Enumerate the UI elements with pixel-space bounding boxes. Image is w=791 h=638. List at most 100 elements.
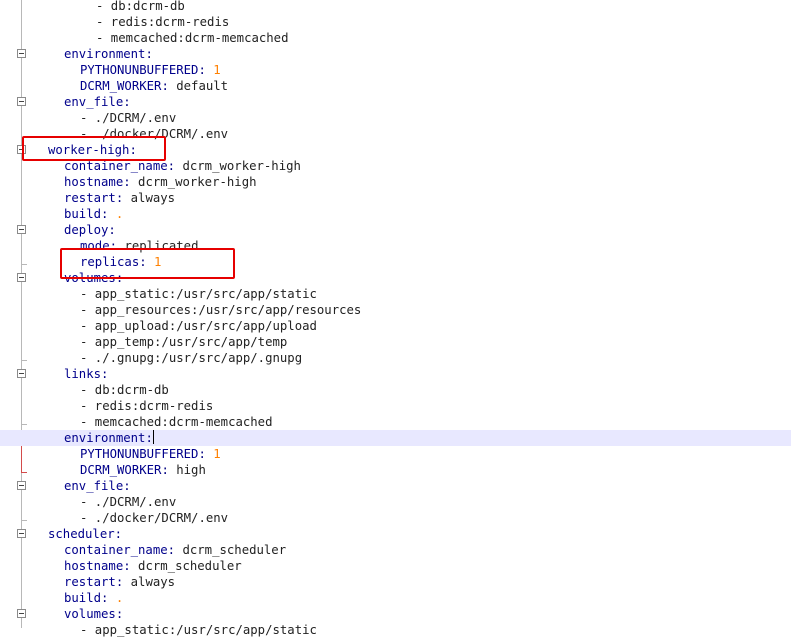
- code-token-punc: :: [161, 463, 177, 477]
- code-line[interactable]: - memcached:dcrm-memcached: [0, 414, 791, 430]
- code-token-punc: :: [114, 527, 123, 541]
- code-token-punc: :: [101, 367, 109, 381]
- code-token-punc: :: [123, 479, 131, 493]
- code-line-text: - app_temp:/usr/src/app/temp: [80, 334, 287, 350]
- code-line-text: - ./DCRM/.env: [80, 110, 176, 126]
- code-token-str: - ./.gnupg:/usr/src/app/.gnupg: [80, 351, 303, 365]
- code-line[interactable]: env_file:: [0, 478, 791, 494]
- code-line[interactable]: restart: always: [0, 574, 791, 590]
- code-line[interactable]: container_name: dcrm_scheduler: [0, 542, 791, 558]
- code-token-punc: :: [115, 607, 124, 621]
- code-token-str: - db:dcrm-db: [80, 383, 169, 397]
- code-token-key: DCRM_WORKER: [80, 463, 162, 477]
- code-token-key: restart: [64, 575, 116, 589]
- code-token-str: always: [130, 575, 176, 589]
- code-token-punc: :: [123, 95, 131, 109]
- code-line-text: restart: always: [64, 574, 175, 590]
- code-line[interactable]: links:: [0, 366, 791, 382]
- code-line-text: - ./DCRM/.env: [80, 494, 176, 510]
- code-token-str: - db:dcrm-db: [96, 0, 185, 13]
- highlight-box-worker-high: [22, 136, 166, 161]
- code-token-str: - ./docker/DCRM/.env: [80, 511, 229, 525]
- code-line-text: env_file:: [64, 94, 131, 110]
- code-line[interactable]: - app_temp:/usr/src/app/temp: [0, 334, 791, 350]
- code-line-text: - redis:dcrm-redis: [80, 398, 213, 414]
- code-line[interactable]: env_file:: [0, 94, 791, 110]
- code-line-text: PYTHONUNBUFFERED: 1: [80, 446, 221, 462]
- code-line-text: - redis:dcrm-redis: [96, 14, 229, 30]
- code-line[interactable]: - ./.gnupg:/usr/src/app/.gnupg: [0, 350, 791, 366]
- code-token-punc: :: [123, 175, 139, 189]
- code-token-key: scheduler: [48, 527, 115, 541]
- code-line[interactable]: - db:dcrm-db: [0, 0, 791, 14]
- code-line[interactable]: - redis:dcrm-redis: [0, 14, 791, 30]
- code-line-text: hostname: dcrm_scheduler: [64, 558, 242, 574]
- code-line[interactable]: DCRM_WORKER: default: [0, 78, 791, 94]
- code-token-num: .: [115, 591, 124, 605]
- code-line[interactable]: build: .: [0, 590, 791, 606]
- code-line[interactable]: hostname: dcrm_worker-high: [0, 174, 791, 190]
- code-token-punc: :: [167, 543, 183, 557]
- code-token-punc: :: [198, 447, 214, 461]
- code-token-key: DCRM_WORKER: [80, 79, 162, 93]
- code-editor[interactable]: - db:dcrm-db - redis:dcrm-redis - memcache…: [0, 0, 791, 637]
- code-token-punc: :: [101, 207, 116, 221]
- code-line[interactable]: restart: always: [0, 190, 791, 206]
- code-token-str: - app_upload:/usr/src/app/upload: [80, 319, 317, 333]
- code-token-key: PYTHONUNBUFFERED: [80, 63, 199, 77]
- code-line[interactable]: hostname: dcrm_scheduler: [0, 558, 791, 574]
- code-line[interactable]: PYTHONUNBUFFERED: 1: [0, 446, 791, 462]
- code-line-text: - ./.gnupg:/usr/src/app/.gnupg: [80, 350, 302, 366]
- code-line[interactable]: environment:: [0, 46, 791, 62]
- code-line[interactable]: - redis:dcrm-redis: [0, 398, 791, 414]
- code-line-text: restart: always: [64, 190, 175, 206]
- code-token-punc: :: [198, 63, 214, 77]
- code-token-str: - redis:dcrm-redis: [80, 399, 214, 413]
- code-line[interactable]: scheduler:: [0, 526, 791, 542]
- code-line-text: DCRM_WORKER: default: [80, 78, 228, 94]
- code-line[interactable]: - memcached:dcrm-memcached: [0, 30, 791, 46]
- code-line[interactable]: deploy:: [0, 222, 791, 238]
- code-line[interactable]: build: .: [0, 206, 791, 222]
- code-line-text: build: .: [64, 206, 123, 222]
- code-token-key: restart: [64, 191, 116, 205]
- code-token-key: hostname: [64, 559, 124, 573]
- code-content[interactable]: - db:dcrm-db - redis:dcrm-redis - memcache…: [0, 0, 791, 637]
- code-line[interactable]: - db:dcrm-db: [0, 382, 791, 398]
- code-line[interactable]: - app_static:/usr/src/app/static: [0, 286, 791, 302]
- code-token-punc: :: [145, 47, 153, 61]
- code-line[interactable]: - ./DCRM/.env: [0, 110, 791, 126]
- code-token-num: 1: [213, 447, 221, 461]
- code-line-text: env_file:: [64, 478, 131, 494]
- code-token-key: environment: [64, 47, 146, 61]
- code-line[interactable]: - ./DCRM/.env: [0, 494, 791, 510]
- code-line-text: - db:dcrm-db: [96, 0, 185, 14]
- code-line[interactable]: DCRM_WORKER: high: [0, 462, 791, 478]
- code-token-num: .: [115, 207, 124, 221]
- code-token-str: - app_static:/usr/src/app/static: [80, 287, 317, 301]
- code-token-key: deploy: [64, 223, 109, 237]
- code-token-str: - ./DCRM/.env: [80, 111, 177, 125]
- code-line[interactable]: - app_upload:/usr/src/app/upload: [0, 318, 791, 334]
- code-token-punc: :: [115, 575, 131, 589]
- code-token-punc: :: [101, 591, 116, 605]
- code-line[interactable]: - ./docker/DCRM/.env: [0, 510, 791, 526]
- code-token-str: dcrm_worker-high: [182, 159, 301, 173]
- code-token-str: dcrm_scheduler: [138, 559, 242, 573]
- code-token-punc: :: [145, 431, 153, 445]
- code-line-text: - memcached:dcrm-memcached: [96, 30, 289, 46]
- code-line-text: - app_static:/usr/src/app/static: [80, 622, 317, 638]
- code-token-key: build: [64, 591, 102, 605]
- code-line-text: scheduler:: [48, 526, 122, 542]
- code-token-punc: :: [108, 223, 116, 237]
- code-token-punc: :: [161, 79, 177, 93]
- code-line[interactable]: PYTHONUNBUFFERED: 1: [0, 62, 791, 78]
- code-token-punc: :: [115, 191, 131, 205]
- code-line-text: volumes:: [64, 606, 123, 622]
- code-line[interactable]: environment:: [0, 430, 791, 446]
- code-line[interactable]: volumes:: [0, 606, 791, 622]
- code-line-text: - memcached:dcrm-memcached: [80, 414, 273, 430]
- code-line[interactable]: - app_static:/usr/src/app/static: [0, 622, 791, 638]
- code-line[interactable]: - app_resources:/usr/src/app/resources: [0, 302, 791, 318]
- code-token-str: dcrm_scheduler: [182, 543, 287, 557]
